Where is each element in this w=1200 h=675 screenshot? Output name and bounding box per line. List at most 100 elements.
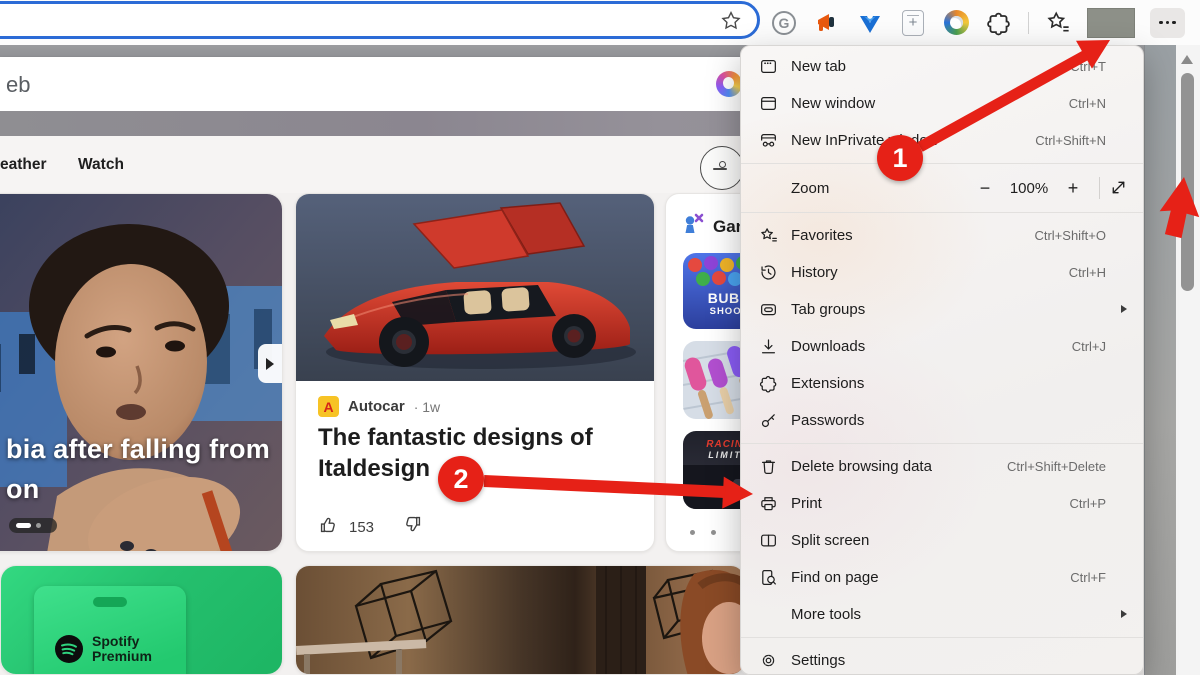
menu-shortcut: Ctrl+J	[1072, 339, 1106, 354]
menu-item-label: Zoom	[791, 180, 968, 197]
profile-avatar[interactable]	[1087, 8, 1135, 38]
colorwheel-extension-icon[interactable]	[942, 9, 970, 37]
print-icon	[759, 494, 778, 513]
tab-groups-icon	[759, 300, 778, 319]
gem-extension-icon[interactable]	[856, 9, 884, 37]
fullscreen-button[interactable]	[1109, 178, 1129, 198]
carousel-dots[interactable]	[9, 518, 57, 533]
video-news-card[interactable]: bia after falling from on	[0, 193, 283, 552]
menu-item-label: Delete browsing data	[791, 458, 1007, 475]
browser-window: eb eather Watch	[0, 0, 1200, 675]
menu-shortcut: Ctrl+H	[1069, 265, 1106, 280]
blank-icon	[759, 605, 778, 624]
menu-item-split-screen[interactable]: Split screen	[741, 522, 1143, 559]
menu-item-label: Print	[791, 495, 1070, 512]
menu-item-label: Extensions	[791, 375, 1129, 392]
source-logo: A	[318, 396, 339, 417]
menu-item-passwords[interactable]: Passwords	[741, 402, 1143, 439]
spotify-tier: Premium	[92, 649, 152, 664]
spotify-gift-card: Spotify Premium	[34, 586, 186, 675]
games-carousel-dots[interactable]	[690, 530, 716, 535]
menu-item-find-on-page[interactable]: Find on pageCtrl+F	[741, 559, 1143, 596]
search-text: eb	[6, 72, 30, 98]
split-screen-icon	[759, 531, 778, 550]
carousel-next-button[interactable]	[258, 344, 282, 383]
grammarly-extension-icon[interactable]: G	[770, 9, 798, 37]
menu-shortcut: Ctrl+F	[1070, 570, 1106, 585]
menu-shortcut: Ctrl+P	[1070, 496, 1106, 511]
menu-separator	[741, 159, 1143, 168]
passwords-icon	[759, 411, 778, 430]
article-image-car	[296, 194, 655, 381]
article-card[interactable]: A Autocar · 1w The fantastic designs of …	[295, 193, 655, 552]
menu-item-label: Passwords	[791, 412, 1129, 429]
submenu-arrow-icon	[1121, 305, 1127, 313]
spotify-brand: Spotify	[92, 634, 152, 649]
video-headline-line1: bia after falling from	[6, 434, 270, 465]
personalize-button[interactable]	[700, 146, 744, 190]
zoom-divider	[1099, 177, 1100, 199]
menu-shortcut: Ctrl+Shift+Delete	[1007, 459, 1106, 474]
menu-shortcut: Ctrl+Shift+N	[1035, 133, 1106, 148]
video-headline-line2: on	[6, 474, 39, 505]
menu-item-label: New window	[791, 95, 1069, 112]
photo-card[interactable]	[295, 565, 745, 675]
menu-item-tab-groups[interactable]: Tab groups	[741, 291, 1143, 328]
favorites-hub-icon[interactable]	[1044, 9, 1072, 37]
menu-item-new-window[interactable]: New windowCtrl+N	[741, 85, 1143, 122]
new-window-icon	[759, 94, 778, 113]
thumbs-up-icon[interactable]	[318, 514, 339, 540]
toolbar-divider	[1028, 12, 1029, 34]
menu-shortcut: Ctrl+T	[1070, 59, 1106, 74]
puzzle-extensions-icon[interactable]	[985, 9, 1013, 37]
inprivate-icon	[759, 131, 778, 150]
menu-item-label: New InPrivate window	[791, 132, 1035, 149]
zoom-in-button[interactable]: +	[1056, 178, 1090, 199]
menu-item-history[interactable]: HistoryCtrl+H	[741, 254, 1143, 291]
nav-item-weather[interactable]: eather	[0, 156, 47, 174]
zoom-level: 100%	[1002, 180, 1056, 197]
spotify-ad-card[interactable]: Spotify Premium	[0, 565, 283, 675]
menu-item-label: Favorites	[791, 227, 1034, 244]
menu-separator	[741, 208, 1143, 217]
menu-item-zoom[interactable]: Zoom−100%+	[741, 168, 1143, 208]
zoom-out-button[interactable]: −	[968, 178, 1002, 199]
menu-item-new-inprivate-window[interactable]: New InPrivate windowCtrl+Shift+N	[741, 122, 1143, 159]
menu-item-downloads[interactable]: DownloadsCtrl+J	[741, 328, 1143, 365]
notes-extension-icon[interactable]: +	[899, 9, 927, 37]
video-thumbnail	[0, 194, 282, 551]
delete-icon	[759, 457, 778, 476]
address-bar[interactable]	[0, 1, 760, 39]
menu-item-label: Downloads	[791, 338, 1072, 355]
favorite-star-icon[interactable]	[719, 9, 743, 33]
menu-item-label: Tab groups	[791, 301, 1129, 318]
spotify-logo-icon	[54, 634, 84, 664]
menu-item-more-tools[interactable]: More tools	[741, 596, 1143, 633]
article-title[interactable]: The fantastic designs of Italdesign	[318, 422, 638, 484]
menu-item-extensions[interactable]: Extensions	[741, 365, 1143, 402]
menu-separator	[741, 439, 1143, 448]
downloads-icon	[759, 337, 778, 356]
menu-item-label: New tab	[791, 58, 1070, 75]
menu-item-print[interactable]: PrintCtrl+P	[741, 485, 1143, 522]
menu-item-label: Settings	[791, 652, 1129, 669]
nav-item-watch[interactable]: Watch	[78, 156, 124, 174]
copilot-icon[interactable]	[716, 71, 742, 97]
menu-item-label: Split screen	[791, 532, 1129, 549]
more-menu-button[interactable]	[1150, 8, 1185, 38]
favorites-icon	[759, 226, 778, 245]
page-edge-band	[1144, 45, 1176, 675]
menu-item-favorites[interactable]: FavoritesCtrl+Shift+O	[741, 217, 1143, 254]
blank-icon	[759, 179, 778, 198]
menu-item-settings[interactable]: Settings	[741, 642, 1143, 675]
menu-item-delete-browsing-data[interactable]: Delete browsing dataCtrl+Shift+Delete	[741, 448, 1143, 485]
scrollbar-up-arrow[interactable]	[1181, 55, 1193, 64]
menu-separator	[741, 633, 1143, 642]
megaphone-extension-icon[interactable]	[813, 9, 841, 37]
menu-item-new-tab[interactable]: New tabCtrl+T	[741, 48, 1143, 85]
chess-pieces-icon	[681, 212, 705, 241]
thumbs-down-icon[interactable]	[402, 514, 423, 540]
browser-toolbar: G +	[0, 0, 1200, 45]
source-name[interactable]: Autocar	[348, 398, 405, 415]
scrollbar-thumb[interactable]	[1181, 73, 1194, 291]
